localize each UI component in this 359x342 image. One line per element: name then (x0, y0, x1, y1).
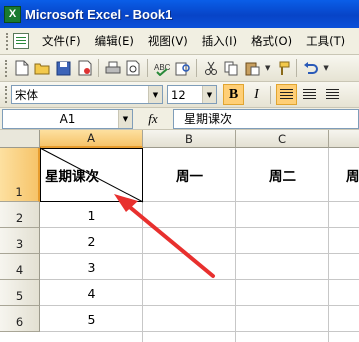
copy-icon[interactable] (221, 58, 242, 79)
toolbar-separator (270, 85, 271, 104)
save-icon[interactable] (53, 58, 74, 79)
align-left-icon (280, 89, 293, 100)
menu-file[interactable]: 文件(F) (35, 33, 88, 49)
toolbar-grip-icon[interactable] (5, 86, 8, 103)
menu-insert[interactable]: 插入(I) (195, 33, 244, 49)
insert-function-icon[interactable]: fx (133, 111, 173, 127)
formatting-toolbar: 宋体 ▼ 12 ▼ B I (0, 82, 359, 108)
menu-bar: 文件(F) 编辑(E) 视图(V) 插入(I) 格式(O) 工具(T) (0, 28, 359, 55)
chevron-down-icon[interactable]: ▼ (148, 86, 162, 103)
column-header-c[interactable]: C (236, 130, 329, 148)
workbook-icon[interactable] (13, 33, 29, 49)
title-bar: X Microsoft Excel - Book1 (0, 0, 359, 28)
cell-a3[interactable]: 2 (40, 228, 143, 254)
font-size-value: 12 (171, 87, 186, 102)
name-box-value: A1 (59, 111, 76, 126)
format-painter-icon[interactable] (272, 58, 293, 79)
toolbar-grip-icon[interactable] (5, 59, 8, 77)
formula-bar: A1 ▼ fx 星期课次 (0, 108, 359, 130)
menu-grip-icon[interactable] (6, 32, 9, 50)
chevron-down-icon[interactable]: ▼ (202, 86, 216, 103)
cell-a6[interactable]: 5 (40, 306, 143, 332)
font-name-value: 宋体 (15, 87, 38, 102)
toolbar-separator (98, 59, 99, 77)
worksheet-grid: A B C 1 2 3 4 5 6 星期课次 周一 周二 周 1 2 3 4 5 (0, 130, 359, 342)
menu-format[interactable]: 格式(O) (244, 33, 299, 49)
svg-text:ABC: ABC (154, 63, 170, 72)
font-size-select[interactable]: 12 ▼ (167, 85, 217, 104)
cell-c1[interactable]: 周二 (236, 148, 329, 202)
name-box[interactable]: A1 ▼ (2, 108, 133, 129)
toolbar-separator (196, 59, 197, 77)
toolbar-separator (147, 59, 148, 77)
cell-a5[interactable]: 4 (40, 280, 143, 306)
align-right-icon (326, 89, 339, 100)
paste-icon[interactable] (242, 58, 263, 79)
active-cell-outline (40, 148, 143, 202)
open-folder-icon[interactable] (32, 58, 53, 79)
undo-dropdown-icon[interactable]: ▼ (323, 64, 328, 72)
column-header-a[interactable]: A (40, 130, 143, 148)
menu-view[interactable]: 视图(V) (141, 33, 195, 49)
permission-icon[interactable] (74, 58, 95, 79)
research-icon[interactable] (172, 58, 193, 79)
align-right-button[interactable] (322, 84, 343, 105)
font-name-select[interactable]: 宋体 ▼ (11, 85, 163, 104)
paste-dropdown-icon[interactable]: ▼ (265, 64, 270, 72)
cell-d1[interactable]: 周 (346, 148, 359, 202)
row-header-2[interactable]: 2 (0, 202, 40, 228)
print-preview-icon[interactable] (123, 58, 144, 79)
align-left-button[interactable] (276, 84, 297, 105)
undo-icon[interactable] (300, 58, 321, 79)
cut-icon[interactable] (200, 58, 221, 79)
menu-edit[interactable]: 编辑(E) (88, 33, 141, 49)
chevron-down-icon[interactable]: ▼ (118, 109, 132, 128)
cell-b1[interactable]: 周一 (143, 148, 236, 202)
column-header-b[interactable]: B (143, 130, 236, 148)
row-header-4[interactable]: 4 (0, 254, 40, 280)
window-title: Microsoft Excel - Book1 (25, 6, 173, 22)
column-header-d[interactable] (329, 130, 359, 148)
row-header-6[interactable]: 6 (0, 306, 40, 332)
align-center-button[interactable] (299, 84, 320, 105)
cell-a2[interactable]: 1 (40, 202, 143, 228)
align-center-icon (303, 89, 316, 100)
cell-a4[interactable]: 3 (40, 254, 143, 280)
standard-toolbar: ABC ▼ ▼ (0, 55, 359, 82)
row-header-5[interactable]: 5 (0, 280, 40, 306)
formula-input[interactable]: 星期课次 (173, 108, 359, 129)
toolbar-separator (296, 59, 298, 77)
row-header-3[interactable]: 3 (0, 228, 40, 254)
italic-button[interactable]: I (246, 84, 267, 105)
print-icon[interactable] (102, 58, 123, 79)
spelling-icon[interactable]: ABC (151, 58, 172, 79)
excel-app-icon[interactable]: X (4, 5, 21, 23)
row-header-1[interactable]: 1 (0, 148, 40, 202)
bold-button[interactable]: B (223, 84, 244, 105)
menu-tools[interactable]: 工具(T) (299, 33, 352, 49)
new-file-icon[interactable] (11, 58, 32, 79)
select-all-corner[interactable] (0, 130, 40, 148)
